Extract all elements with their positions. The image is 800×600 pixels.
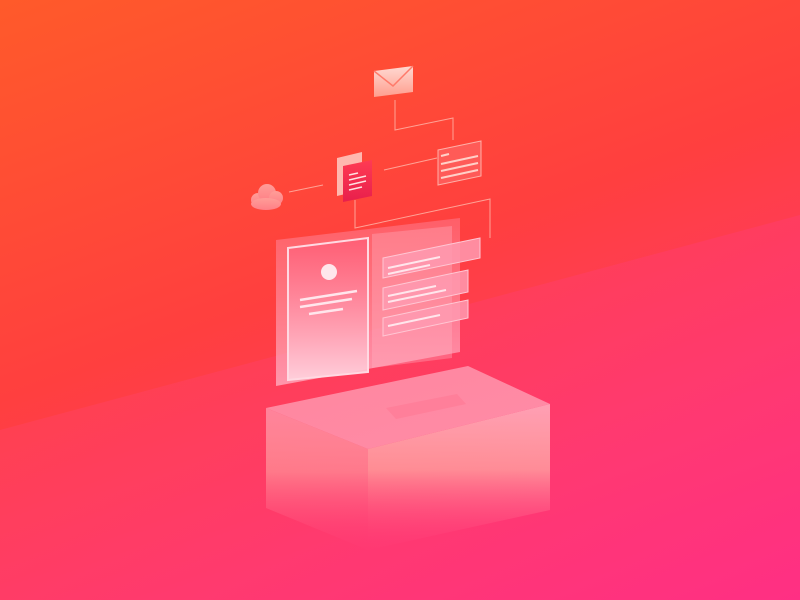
illustration-canvas [0,0,800,600]
envelope-icon [373,65,414,97]
document-icon [337,152,372,202]
cloud-icon [251,184,283,210]
list-window-icon [437,140,482,186]
isometric-illustration [0,65,800,600]
